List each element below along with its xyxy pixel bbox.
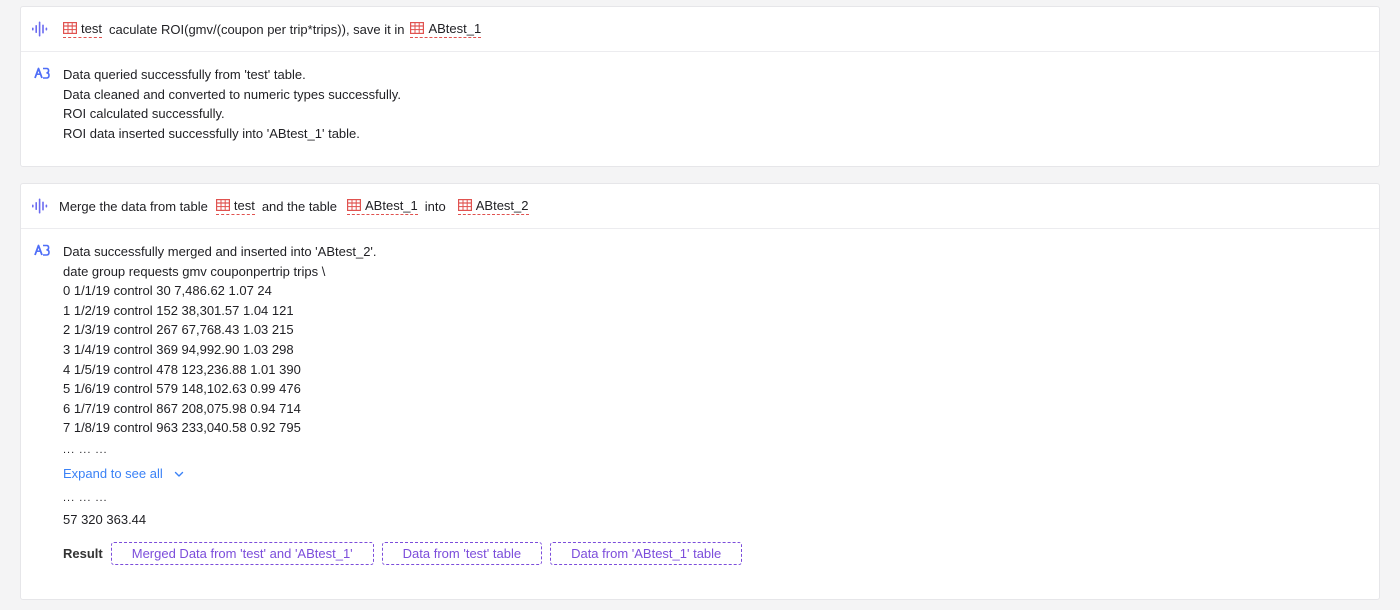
table-chip-abtest-1[interactable]: ABtest_1: [347, 198, 418, 215]
table-chip-test[interactable]: test: [63, 21, 102, 38]
ellipsis-line: ... ... ...: [63, 443, 108, 456]
data-row-line: 0 1/1/19 control 30 7,486.62 1.07 24: [63, 283, 272, 299]
conversation-card: Merge the data from table test and the t…: [20, 183, 1380, 600]
answer-line: ROI data inserted successfully into 'ABt…: [63, 125, 360, 141]
conversation-card: test caculate ROI(gmv/(coupon per trip*t…: [20, 6, 1380, 167]
voice-wave-icon: [32, 198, 48, 214]
data-row-line: 4 1/5/19 control 478 123,236.88 1.01 390: [63, 361, 301, 377]
table-chip-abtest-2[interactable]: ABtest_2: [457, 197, 529, 215]
answer-line: ROI calculated successfully.: [63, 106, 225, 122]
table-chip-abtest-1[interactable]: ABtest_1: [410, 20, 482, 38]
expand-button[interactable]: Expand to see all: [63, 464, 1379, 484]
answer-line: Data queried successfully from 'test' ta…: [63, 67, 306, 82]
ellipsis-line: ... ... ...: [63, 491, 108, 504]
assistant-logo-icon: [34, 244, 50, 256]
answer-block: Data queried successfully from 'test' ta…: [21, 52, 1379, 143]
result-button-merged-data[interactable]: Merged Data from 'test' and 'ABtest_1': [110, 541, 374, 565]
table-chip-label: test: [81, 20, 102, 36]
assistant-logo-icon: [34, 67, 50, 79]
result-button-abtest1-data[interactable]: Data from 'ABtest_1' table: [550, 541, 743, 565]
query-row: test caculate ROI(gmv/(coupon per trip*t…: [21, 7, 1379, 52]
result-row: Result Merged Data from 'test' and 'ABte…: [63, 541, 1379, 565]
answer-line: Data successfully merged and inserted in…: [63, 244, 377, 259]
query-text: and the table: [261, 198, 338, 214]
query-text: into: [424, 198, 446, 214]
table-icon: [215, 199, 230, 211]
data-row-line: 3 1/4/19 control 369 94,992.90 1.03 298: [63, 341, 294, 357]
result-button-test-data[interactable]: Data from 'test' table: [381, 541, 543, 565]
data-row-line: 6 1/7/19 control 867 208,075.98 0.94 714: [63, 400, 301, 416]
table-chip-label: ABtest_1: [428, 20, 482, 36]
data-row-line: 5 1/6/19 control 579 148,102.63 0.99 476: [63, 381, 301, 397]
table-icon: [347, 199, 362, 211]
table-chip-label: test: [233, 197, 255, 213]
answer-block: Data successfully merged and inserted in…: [21, 229, 1379, 565]
table-icon: [63, 22, 77, 34]
query-row: Merge the data from table test and the t…: [21, 184, 1379, 229]
table-icon: [410, 22, 425, 34]
table-icon: [457, 199, 472, 211]
table-chip-label: ABtest_2: [475, 197, 529, 213]
data-row-line: 1 1/2/19 control 152 38,301.57 1.04 121: [63, 302, 294, 318]
data-row-line: 2 1/3/19 control 267 67,768.43 1.03 215: [63, 322, 294, 338]
table-chip-test[interactable]: test: [215, 197, 255, 215]
query-text: Merge the data from table: [59, 198, 208, 214]
answer-line: Data cleaned and converted to numeric ty…: [63, 86, 401, 102]
data-header-line: date group requests gmv couponpertrip tr…: [63, 263, 326, 279]
data-row-line: 7 1/8/19 control 963 233,040.58 0.92 795: [63, 420, 301, 436]
result-label: Result: [63, 545, 103, 561]
voice-wave-icon: [32, 21, 48, 37]
chevron-down-icon: [174, 471, 183, 477]
query-text: caculate ROI(gmv/(coupon per trip*trips)…: [108, 21, 405, 37]
tail-line: 57 320 363.44: [63, 511, 147, 527]
table-chip-label: ABtest_1: [365, 197, 418, 213]
expand-label: Expand to see all: [63, 466, 163, 482]
